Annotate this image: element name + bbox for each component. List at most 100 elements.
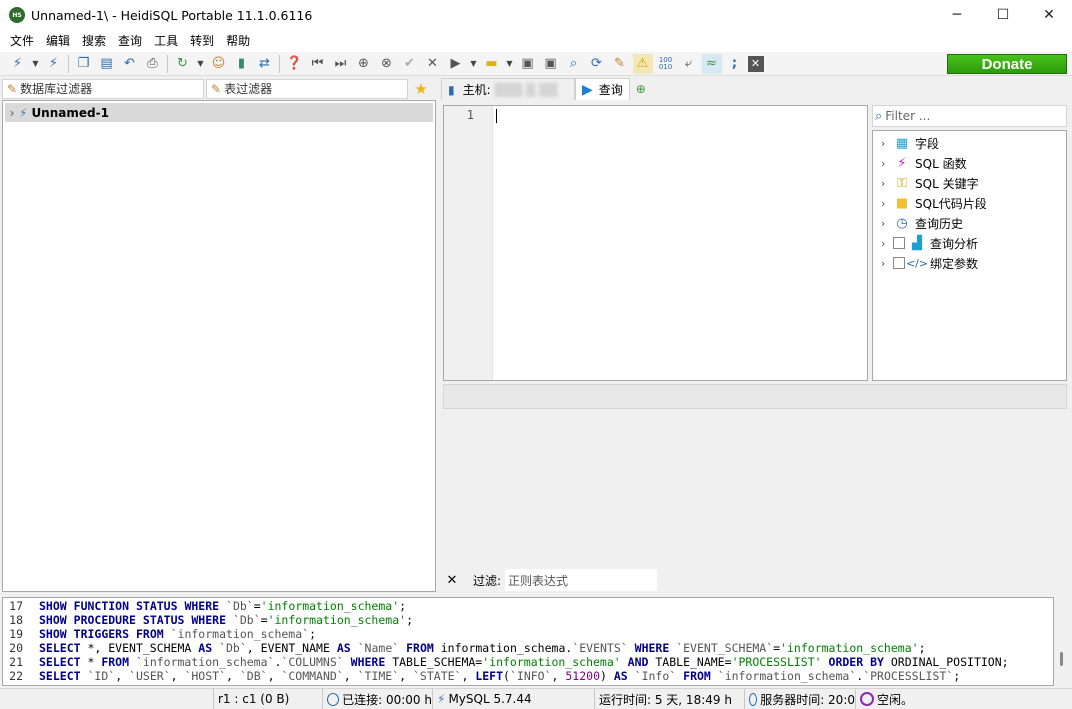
minimize-button[interactable]: ─ — [934, 0, 980, 30]
tree-node-session[interactable]: › ⚡ Unnamed-1 — [5, 103, 433, 122]
delete-record-icon[interactable]: ⊗ — [377, 54, 397, 74]
play-icon: ▶ — [582, 81, 593, 98]
helper-item-query-profile[interactable]: › ▟ 查询分析 — [873, 233, 1066, 253]
export-icon[interactable]: ▮ — [232, 54, 252, 74]
server-icon: ⚡ — [437, 692, 446, 706]
helper-item-label: SQL 函数 — [915, 156, 967, 171]
chevron-right-icon[interactable]: › — [881, 157, 893, 170]
status-server-version: ⚡ MySQL 5.7.44 — [432, 689, 594, 709]
menu-bar: 文件 编辑 搜索 查询 工具 转到 帮助 — [0, 30, 1072, 52]
find-icon[interactable]: ⌕ — [564, 54, 584, 74]
clock-icon — [327, 692, 340, 706]
log-scrollbar[interactable] — [1055, 597, 1070, 686]
session-label: Unnamed-1 — [31, 105, 109, 120]
close-window-button[interactable]: ✕ — [1026, 0, 1072, 30]
print-icon[interactable]: ⎙ — [143, 54, 163, 74]
status-idle: 空闲。 — [855, 689, 1072, 709]
cancel-record-icon[interactable]: ✕ — [423, 54, 443, 74]
tab-query[interactable]: ▶ 查询 — [575, 78, 630, 100]
new-query-tab-button[interactable]: ⊕ — [630, 78, 652, 100]
line-number-gutter: 1 — [444, 106, 493, 380]
menu-edit[interactable]: 编辑 — [40, 30, 76, 52]
session-icon: ⚡ — [19, 105, 28, 120]
sql-log[interactable]: 17 SHOW FUNCTION STATUS WHERE `Db`='infor… — [2, 597, 1054, 686]
chevron-right-icon[interactable]: › — [881, 257, 893, 270]
log-line-number: 17 — [9, 599, 23, 613]
helper-item-query-history[interactable]: › ◷ 查询历史 — [873, 213, 1066, 233]
sql-editor[interactable]: 1 — [443, 105, 868, 381]
sync-icon[interactable]: ≈ — [701, 53, 722, 74]
close-filter-icon[interactable]: ✕ — [441, 573, 463, 588]
user-manager-icon[interactable]: ☺ — [209, 54, 229, 74]
line-number: 1 — [466, 108, 474, 122]
table-filter-input[interactable]: ✎ 表过滤器 — [206, 78, 408, 99]
replace-icon[interactable]: ⟳ — [587, 54, 607, 74]
wrap-icon[interactable]: ⤶ — [679, 54, 699, 74]
database-filter-input[interactable]: ✎ 数据库过滤器 — [2, 78, 204, 99]
helper-checkbox[interactable] — [893, 257, 905, 269]
post-record-icon[interactable]: ✔ — [400, 54, 420, 74]
paste-icon[interactable]: ▤ — [97, 54, 117, 74]
result-filter-placeholder: 正则表达式 — [508, 573, 569, 588]
chevron-right-icon[interactable]: › — [5, 106, 19, 120]
database-filter-placeholder: 数据库过滤器 — [20, 82, 93, 96]
menu-help[interactable]: 帮助 — [220, 30, 256, 52]
status-server-text: MySQL 5.7.44 — [448, 692, 532, 706]
result-grid-area — [443, 409, 1067, 566]
save-as-icon[interactable]: ▣ — [541, 54, 561, 74]
save-icon[interactable]: ▣ — [518, 54, 538, 74]
helper-tree[interactable]: › ▦ 字段 › ⚡ SQL 函数 › ⚿ SQL 关键字 › ■ SQL代码片… — [872, 130, 1067, 381]
menu-goto[interactable]: 转到 — [184, 30, 220, 52]
tab-host[interactable]: ▮ 主机: ▒▒▒.▒.▒▒ — [441, 78, 575, 100]
donate-button[interactable]: Donate — [947, 54, 1067, 74]
last-record-icon[interactable]: ⏭ — [331, 54, 351, 74]
first-record-icon[interactable]: ⏮ — [308, 54, 328, 74]
close-tab-icon[interactable]: ✕ — [747, 55, 764, 72]
run-query-icon[interactable]: ▶ — [446, 54, 466, 74]
chevron-down-icon[interactable]: ▼ — [469, 54, 479, 74]
menu-tools[interactable]: 工具 — [148, 30, 184, 52]
helper-item-sql-functions[interactable]: › ⚡ SQL 函数 — [873, 153, 1066, 173]
menu-search[interactable]: 搜索 — [76, 30, 112, 52]
transfer-icon[interactable]: ⇄ — [255, 54, 275, 74]
result-filter-input[interactable]: 正则表达式 — [505, 569, 658, 591]
helper-filter-input[interactable]: ⌕ Filter ... — [872, 105, 1067, 127]
copy-icon[interactable]: ❐ — [74, 54, 94, 74]
chevron-down-icon[interactable]: ▼ — [31, 54, 41, 74]
chevron-down-icon[interactable]: ▼ — [196, 54, 206, 74]
status-connected: 已连接: 00:00 h — [322, 689, 432, 709]
clear-icon[interactable]: ✎ — [610, 54, 630, 74]
helper-item-snippets[interactable]: › ■ SQL代码片段 — [873, 193, 1066, 213]
chevron-down-icon[interactable]: ▼ — [505, 54, 515, 74]
result-filter-row: ✕ 过滤: 正则表达式 — [441, 568, 1070, 592]
menu-file[interactable]: 文件 — [4, 30, 40, 52]
helper-checkbox[interactable] — [893, 237, 905, 249]
helper-item-bind-params[interactable]: › </> 绑定参数 — [873, 253, 1066, 273]
open-folder-icon[interactable]: ▬ — [482, 54, 502, 74]
menu-query[interactable]: 查询 — [112, 30, 148, 52]
log-line-text: SHOW FUNCTION STATUS WHERE `Db`='informa… — [39, 599, 407, 613]
help-icon[interactable]: ❓ — [285, 54, 305, 74]
chevron-right-icon[interactable]: › — [881, 137, 893, 150]
warning-icon[interactable]: ⚠ — [632, 53, 653, 74]
semicolon-icon[interactable]: ; — [725, 54, 745, 74]
chevron-right-icon[interactable]: › — [881, 237, 893, 250]
chevron-right-icon[interactable]: › — [881, 177, 893, 190]
maximize-button[interactable]: ☐ — [980, 0, 1026, 30]
undo-icon[interactable]: ↶ — [120, 54, 140, 74]
add-record-icon[interactable]: ⊕ — [354, 54, 374, 74]
folder-icon: ■ — [895, 195, 909, 211]
database-tree[interactable]: › ⚡ Unnamed-1 — [2, 100, 436, 592]
tab-host-value: ▒▒▒.▒.▒▒ — [494, 82, 558, 97]
connect-icon[interactable]: ⚡ — [8, 54, 28, 74]
disconnect-icon[interactable]: ⚡ — [44, 54, 64, 74]
helper-item-columns[interactable]: › ▦ 字段 — [873, 133, 1066, 153]
chevron-right-icon[interactable]: › — [881, 197, 893, 210]
result-tab-strip — [443, 384, 1067, 409]
log-scrollbar-thumb[interactable] — [1060, 652, 1063, 666]
helper-item-sql-keywords[interactable]: › ⚿ SQL 关键字 — [873, 173, 1066, 193]
binary-icon[interactable]: 100 010 — [656, 54, 676, 74]
favorite-star-icon[interactable]: ★ — [408, 80, 434, 98]
refresh-icon[interactable]: ↻ — [173, 54, 193, 74]
chevron-right-icon[interactable]: › — [881, 217, 893, 230]
